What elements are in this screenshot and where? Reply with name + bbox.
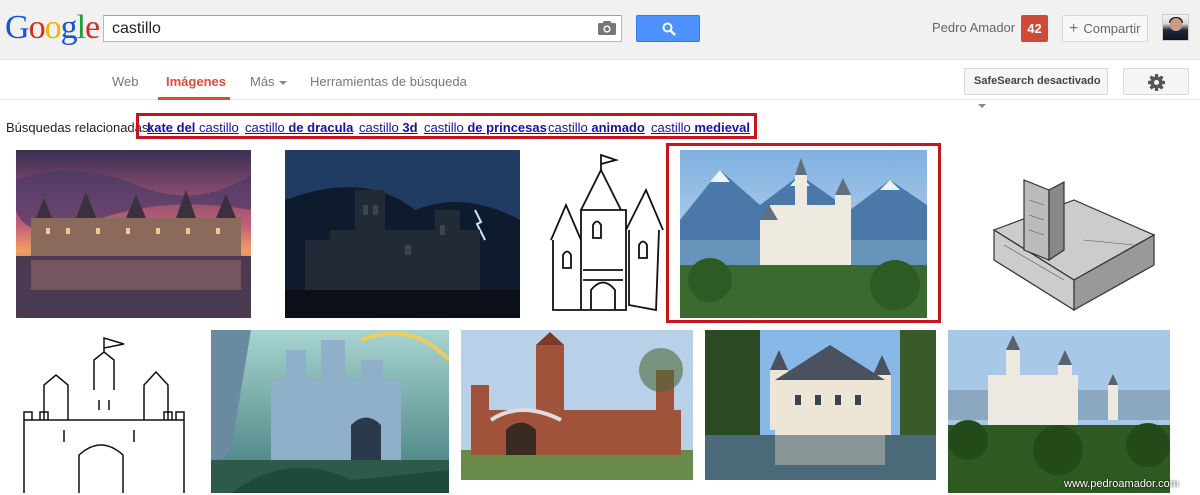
link-bold: kate del bbox=[147, 120, 196, 135]
link-text: castillo bbox=[195, 120, 239, 135]
related-searches-label: Búsquedas relacionadas: bbox=[6, 120, 152, 135]
related-link[interactable]: castillo de dracula bbox=[245, 120, 353, 135]
related-link[interactable]: castillo medieval bbox=[651, 120, 750, 135]
tab-more[interactable]: Más bbox=[250, 74, 287, 89]
related-link[interactable]: kate del castillo bbox=[147, 120, 239, 135]
logo-letter: G bbox=[5, 9, 30, 46]
logo-letter: l bbox=[76, 9, 87, 46]
image-result-dark-castle[interactable] bbox=[285, 150, 520, 318]
share-button[interactable]: + Compartir bbox=[1062, 15, 1148, 42]
safesearch-dropdown[interactable]: SafeSearch desactivado bbox=[964, 68, 1108, 109]
safesearch-label: SafeSearch desactivado bbox=[974, 75, 1101, 87]
link-text: castillo bbox=[359, 120, 403, 135]
link-bold: medieval bbox=[694, 120, 751, 135]
image-result-castle-sunset[interactable] bbox=[16, 150, 251, 318]
logo-letter: e bbox=[85, 9, 100, 46]
plus-icon: + bbox=[1069, 20, 1079, 37]
image-result-neuschwanstein-forest[interactable] bbox=[948, 330, 1170, 493]
link-text: castillo bbox=[548, 120, 592, 135]
logo-letter: g bbox=[60, 9, 78, 46]
search-box bbox=[103, 15, 622, 42]
search-input[interactable] bbox=[104, 16, 584, 41]
user-name[interactable]: Pedro Amador bbox=[932, 20, 1015, 35]
tab-images[interactable]: Imágenes bbox=[166, 74, 226, 89]
link-bold: 3d bbox=[402, 120, 418, 135]
link-bold: animado bbox=[591, 120, 645, 135]
related-link[interactable]: castillo animado bbox=[548, 120, 645, 135]
image-result-castle-cartoon[interactable] bbox=[541, 150, 666, 318]
image-result-red-brick-castle[interactable] bbox=[461, 330, 693, 480]
link-text: castillo bbox=[424, 120, 468, 135]
link-bold: de dracula bbox=[288, 120, 354, 135]
chevron-down-icon bbox=[278, 80, 287, 85]
tab-search-tools[interactable]: Herramientas de búsqueda bbox=[310, 74, 467, 89]
watermark: www.pedroamador.com bbox=[1064, 478, 1179, 490]
avatar-face bbox=[1170, 18, 1182, 31]
logo-letter: o bbox=[28, 9, 46, 46]
gear-icon bbox=[1148, 74, 1165, 91]
google-logo[interactable]: Google bbox=[5, 9, 100, 46]
logo-letter: o bbox=[44, 9, 62, 46]
notification-count[interactable]: 42 bbox=[1021, 15, 1048, 42]
tab-web[interactable]: Web bbox=[112, 74, 139, 89]
search-button[interactable] bbox=[636, 15, 700, 42]
chevron-down-icon bbox=[978, 104, 986, 109]
related-link[interactable]: castillo de princesas bbox=[424, 120, 547, 135]
active-tab-indicator bbox=[158, 97, 230, 100]
image-result-castle-line-drawing[interactable] bbox=[4, 330, 200, 493]
related-link[interactable]: castillo 3d bbox=[359, 120, 418, 135]
image-result-castle-on-lake[interactable] bbox=[705, 330, 936, 480]
tab-more-label: Más bbox=[250, 74, 275, 89]
image-result-castle-sketch[interactable] bbox=[954, 150, 1170, 318]
settings-button[interactable] bbox=[1123, 68, 1189, 95]
link-text: castillo bbox=[651, 120, 695, 135]
camera-icon[interactable] bbox=[598, 21, 616, 35]
link-bold: de princesas bbox=[467, 120, 547, 135]
search-icon bbox=[662, 22, 676, 36]
share-label: Compartir bbox=[1083, 21, 1141, 36]
avatar[interactable] bbox=[1162, 14, 1189, 41]
image-result-fantasy-castle[interactable] bbox=[211, 330, 449, 493]
selected-image-highlight bbox=[666, 143, 941, 323]
link-text: castillo bbox=[245, 120, 289, 135]
